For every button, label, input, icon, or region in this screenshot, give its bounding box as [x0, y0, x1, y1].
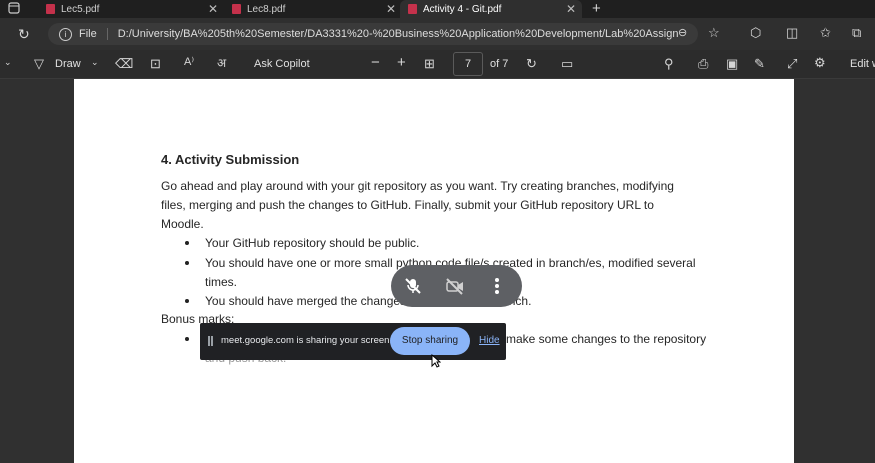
section-heading: 4. Activity Submission [161, 152, 300, 167]
tab-lec8[interactable]: Lec8.pdf ✕ [224, 0, 402, 18]
divider [106, 28, 108, 40]
search-icon[interactable]: ⚲ [664, 57, 674, 70]
favorite-star-icon[interactable]: ☆ [708, 26, 720, 39]
pdf-icon [408, 4, 417, 14]
drag-handle-icon[interactable] [208, 336, 213, 346]
bullet-text: Your GitHub repository should be public. [205, 236, 420, 250]
share-message: meet.google.com is sharing your screen. [221, 335, 393, 346]
tab-activity4[interactable]: Activity 4 - Git.pdf ✕ [400, 0, 582, 18]
url-text[interactable]: D:/University/BA%205th%20Semester/DA3331… [118, 28, 678, 40]
draw-button[interactable]: Draw [55, 58, 81, 70]
read-aloud-icon[interactable]: A⁾ [184, 57, 194, 68]
mic-off-icon[interactable] [404, 277, 422, 300]
zoom-in-icon[interactable]: + [397, 55, 406, 70]
info-icon[interactable]: i [59, 27, 72, 41]
tab-label: Lec5.pdf [61, 3, 100, 15]
pdf-icon [232, 4, 241, 14]
print-icon[interactable]: ⎙ [698, 57, 708, 70]
bonus-text: make some changes to the repository [506, 332, 707, 346]
chevron-down-icon[interactable]: ⌄ [91, 58, 99, 67]
text-box-icon[interactable]: ⊡ [150, 57, 161, 70]
fullscreen-icon[interactable]: ⤢ [787, 57, 797, 70]
bullet [185, 299, 189, 303]
translate-icon[interactable]: अ [217, 57, 226, 69]
favorites-icon[interactable]: ✩ [820, 26, 831, 39]
rotate-icon[interactable]: ↻ [526, 57, 537, 70]
address-bar-row: ↻ i File D:/University/BA%205th%20Semest… [0, 18, 875, 50]
chevron-down-icon[interactable]: ⌄ [4, 58, 12, 67]
more-vert-icon[interactable] [495, 277, 499, 300]
close-tab-icon[interactable]: ✕ [386, 2, 396, 16]
page-view-icon[interactable]: ▭ [561, 57, 573, 70]
bullet-text-continued: times. [205, 275, 238, 289]
zoom-out-icon[interactable]: − [371, 55, 380, 70]
workspace-icon[interactable] [8, 2, 20, 16]
settings-gear-icon[interactable]: ⚙ [814, 56, 826, 69]
tab-bar: Lec5.pdf ✕ Lec8.pdf ✕ Activity 4 - Git.p… [0, 0, 875, 18]
bullet [185, 261, 189, 265]
draw-icon[interactable]: ▽ [34, 57, 44, 70]
bullet [185, 337, 189, 341]
paragraph-line: files, merging and push the changes to G… [161, 198, 654, 212]
close-tab-icon[interactable]: ✕ [566, 2, 576, 16]
edit-with-button[interactable]: Edit w [850, 58, 875, 70]
bullet [185, 241, 189, 245]
reload-icon[interactable]: ↻ [18, 27, 30, 41]
camera-off-icon[interactable] [445, 277, 465, 300]
pdf-icon [46, 4, 55, 14]
stop-sharing-button[interactable]: Stop sharing [390, 327, 470, 355]
split-screen-icon[interactable]: ◫ [786, 26, 798, 39]
tab-label: Activity 4 - Git.pdf [423, 3, 502, 15]
fit-page-icon[interactable]: ⊞ [424, 57, 435, 70]
tab-label: Lec8.pdf [247, 3, 286, 15]
paragraph-line: Moodle. [161, 217, 204, 231]
page-total: of 7 [490, 58, 509, 70]
save-icon[interactable]: ▣ [726, 57, 738, 70]
extensions-icon[interactable]: ⬡ [750, 26, 761, 39]
screen-share-bar: meet.google.com is sharing your screen. … [200, 323, 506, 360]
address-bar[interactable]: i File D:/University/BA%205th%20Semester… [48, 23, 698, 45]
close-tab-icon[interactable]: ✕ [208, 2, 218, 16]
pdf-toolbar: ⌄ ▽ Draw ⌄ ⌫ ⊡ A⁾ अ Ask Copilot − + ⊞ 7 … [0, 50, 875, 79]
page-number-input[interactable]: 7 [453, 52, 483, 76]
tab-lec5[interactable]: Lec5.pdf ✕ [38, 0, 224, 18]
meet-floating-controls [391, 265, 522, 307]
ask-copilot-button[interactable]: Ask Copilot [254, 58, 310, 70]
mouse-cursor-icon [431, 353, 442, 373]
eraser-icon[interactable]: ⌫ [115, 57, 133, 70]
file-label: File [79, 28, 97, 40]
save-as-icon[interactable]: ✎ [754, 57, 765, 70]
new-tab-icon[interactable]: + [592, 1, 601, 16]
zoom-icon[interactable]: ⊖ [678, 28, 687, 39]
collections-icon[interactable]: ⧉ [852, 26, 861, 39]
hide-link[interactable]: Hide [479, 335, 500, 346]
paragraph-line: Go ahead and play around with your git r… [161, 179, 674, 193]
